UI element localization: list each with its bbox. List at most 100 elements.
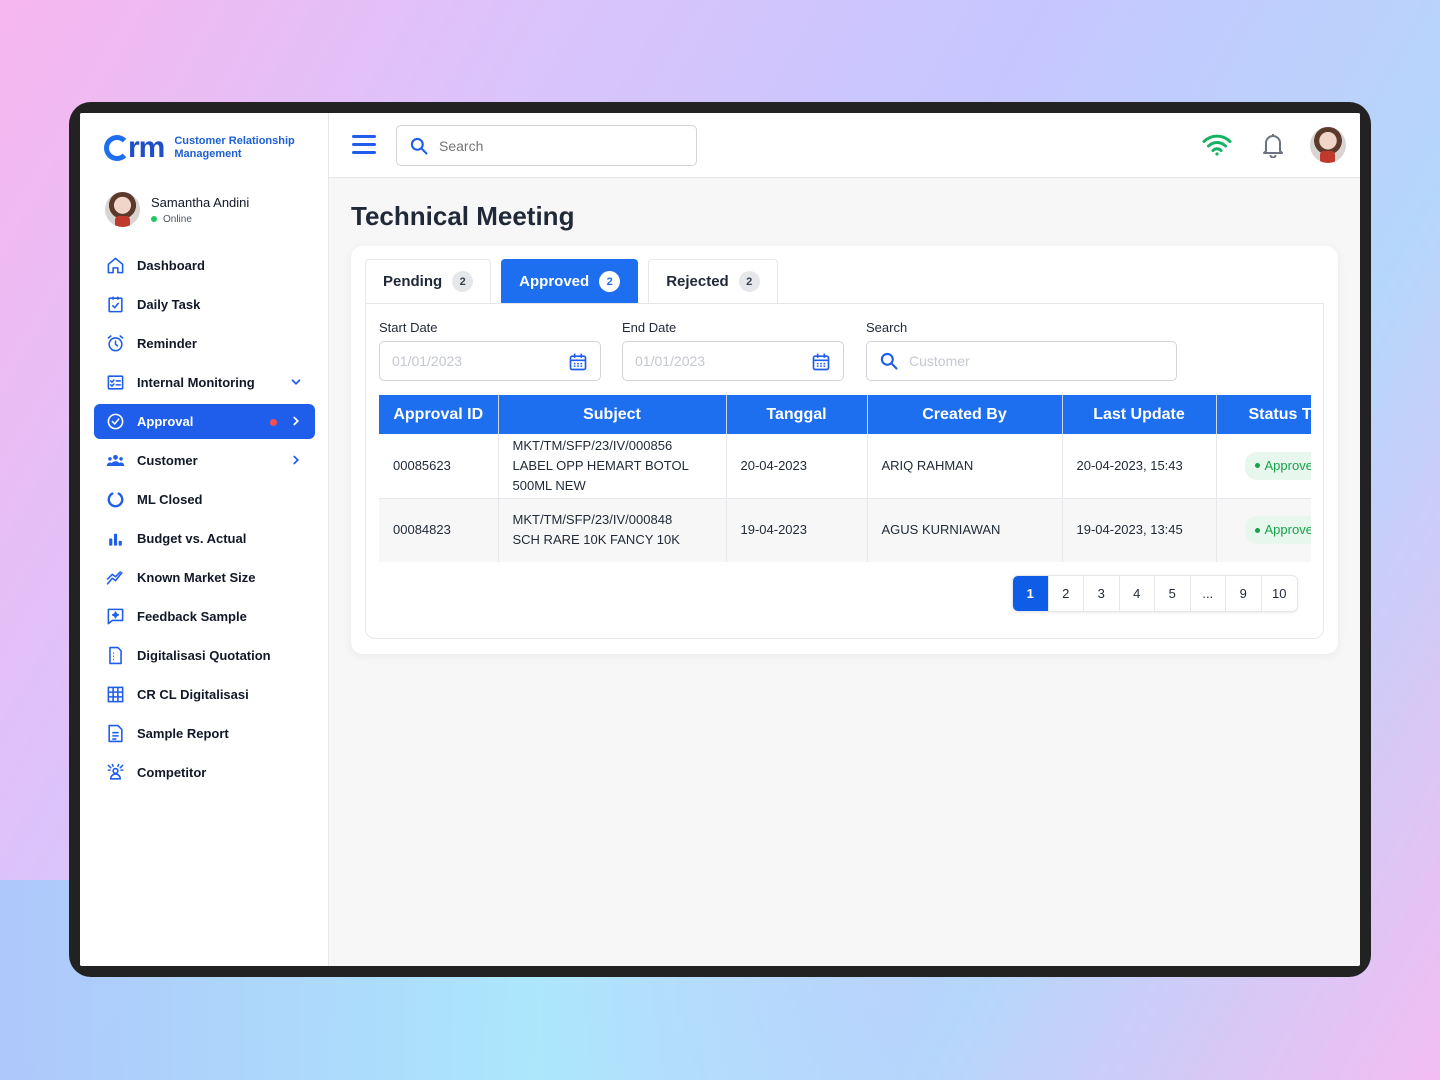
sidebar-item-customer[interactable]: Customer: [94, 443, 315, 478]
menu-icon[interactable]: [352, 135, 376, 155]
calendar-icon[interactable]: [568, 352, 588, 372]
status-label: Online: [163, 213, 192, 225]
status-tabs: Pending 2 Approved 2 Rejected 2: [365, 259, 788, 303]
sidebar-item-budget-vs-actual[interactable]: Budget vs. Actual: [94, 521, 315, 556]
customer-search-field[interactable]: Customer: [866, 341, 1177, 381]
online-dot-icon: [151, 216, 157, 222]
sidebar-item-cr-cl-digitalisasi[interactable]: CR CL Digitalisasi: [94, 677, 315, 712]
global-search[interactable]: [396, 125, 697, 166]
table-header-row: Approval ID Subject Tanggal Created By L…: [379, 395, 1311, 434]
sidebar-item-label: ML Closed: [137, 492, 203, 507]
sidebar-item-feedback-sample[interactable]: Feedback Sample: [94, 599, 315, 634]
check-circle-icon: [105, 412, 125, 432]
search-icon: [410, 137, 428, 155]
page-button-1[interactable]: 1: [1013, 576, 1049, 611]
page-button-10[interactable]: 10: [1262, 576, 1298, 611]
sidebar-item-competitor[interactable]: Competitor: [94, 755, 315, 790]
page-button-4[interactable]: 4: [1120, 576, 1155, 611]
expand-control[interactable]: [289, 453, 303, 470]
status-badge: Approved: [1244, 516, 1312, 544]
cell-status: Approved: [1216, 434, 1311, 499]
search-input[interactable]: [439, 137, 679, 154]
checklist-icon: [105, 373, 125, 393]
end-date-placeholder: 01/01/2023: [635, 353, 706, 369]
bell-icon[interactable]: [1261, 132, 1285, 158]
expand-control[interactable]: [289, 375, 303, 392]
user-profile[interactable]: Samantha Andini Online: [105, 192, 249, 227]
customer-search-placeholder: Customer: [909, 353, 970, 369]
cell-tanggal: 19-04-2023: [726, 498, 868, 562]
column-header-tanggal[interactable]: Tanggal: [726, 395, 868, 434]
subject-line: 500ML NEW: [512, 477, 586, 493]
column-header-status[interactable]: Status T: [1216, 395, 1311, 434]
clipboard-check-icon: [105, 295, 125, 315]
logo-tagline: Customer Relationship Management: [174, 135, 294, 161]
tab-approved[interactable]: Approved 2: [501, 259, 639, 303]
sidebar-item-label: Customer: [137, 453, 198, 468]
search-label: Search: [866, 320, 908, 335]
sidebar-item-reminder[interactable]: Reminder: [94, 326, 315, 361]
top-bar: [329, 113, 1360, 178]
expand-control[interactable]: [270, 414, 303, 431]
page-title: Technical Meeting: [351, 201, 575, 231]
sidebar-item-dashboard[interactable]: Dashboard: [94, 248, 315, 283]
document-icon: [105, 646, 125, 666]
crm-logo-mark: rm: [104, 131, 165, 165]
end-date-field[interactable]: 01/01/2023: [622, 341, 844, 381]
column-header-last-update[interactable]: Last Update: [1062, 395, 1217, 434]
sidebar-item-label: CR CL Digitalisasi: [137, 687, 249, 702]
logo-word: rm: [128, 131, 165, 164]
sidebar-item-approval[interactable]: Approval: [94, 404, 315, 439]
tab-label: Pending: [383, 273, 443, 290]
chevron-right-icon: [289, 453, 303, 470]
calendar-icon[interactable]: [811, 352, 831, 372]
report-icon: [105, 724, 125, 744]
sidebar-item-internal-monitoring[interactable]: Internal Monitoring: [94, 365, 315, 400]
column-header-created-by[interactable]: Created By: [867, 395, 1063, 434]
profile-info: Samantha Andini Online: [151, 195, 249, 225]
sidebar-item-label: Reminder: [137, 336, 197, 351]
page-button-3[interactable]: 3: [1084, 576, 1120, 611]
sidebar-item-ml-closed[interactable]: ML Closed: [94, 482, 315, 517]
tab-label: Approved: [519, 273, 590, 290]
sidebar-item-known-market-size[interactable]: Known Market Size: [94, 560, 315, 595]
page-button-2[interactable]: 2: [1049, 576, 1084, 611]
table-row[interactable]: 00084823 MKT/TM/SFP/23/IV/000848 SCH RAR…: [379, 498, 1311, 562]
cell-created-by: ARIQ RAHMAN: [867, 434, 1063, 499]
page-button-9[interactable]: 9: [1226, 576, 1262, 611]
column-header-approval-id[interactable]: Approval ID: [379, 395, 499, 434]
sidebar-item-label: Sample Report: [137, 726, 229, 741]
cell-tanggal: 20-04-2023: [726, 434, 868, 499]
tab-pending[interactable]: Pending 2: [365, 259, 492, 303]
cell-approval-id: 00085623: [379, 434, 499, 499]
tab-count-badge: 2: [738, 271, 760, 292]
cell-subject: MKT/TM/SFP/23/IV/000856 LABEL OPP HEMART…: [498, 434, 727, 499]
end-date-label: End Date: [622, 320, 677, 335]
approval-table-wrapper[interactable]: Approval ID Subject Tanggal Created By L…: [379, 395, 1311, 562]
brand-logo[interactable]: rm Customer Relationship Management: [104, 131, 295, 165]
sidebar-item-label: Known Market Size: [137, 570, 256, 585]
app-screen: rm Customer Relationship Management Sama…: [80, 113, 1360, 966]
sidebar-item-label: Digitalisasi Quotation: [137, 648, 271, 663]
start-date-field[interactable]: 01/01/2023: [379, 341, 601, 381]
status-text: Approved: [1264, 522, 1312, 537]
feedback-icon: [105, 607, 125, 627]
chevron-down-icon: [289, 375, 303, 392]
sidebar-item-label: Approval: [137, 414, 194, 429]
avatar[interactable]: [1310, 127, 1346, 163]
page-button-5[interactable]: 5: [1155, 576, 1191, 611]
tab-rejected[interactable]: Rejected 2: [648, 259, 778, 303]
sidebar-item-sample-report[interactable]: Sample Report: [94, 716, 315, 751]
sidebar-item-label: Daily Task: [137, 297, 201, 312]
tab-count-badge: 2: [452, 271, 474, 292]
column-header-subject[interactable]: Subject: [498, 395, 727, 434]
cell-created-by: AGUS KURNIAWAN: [867, 498, 1063, 562]
search-icon: [880, 352, 898, 370]
cell-last-update: 19-04-2023, 13:45: [1062, 498, 1217, 562]
table-row[interactable]: 00085623 MKT/TM/SFP/23/IV/000856 LABEL O…: [379, 434, 1311, 499]
trend-line-icon: [105, 568, 125, 588]
wifi-icon[interactable]: [1202, 133, 1232, 157]
sidebar-item-daily-task[interactable]: Daily Task: [94, 287, 315, 322]
tagline-line1: Customer Relationship: [174, 135, 295, 147]
sidebar-item-digitalisasi-quotation[interactable]: Digitalisasi Quotation: [94, 638, 315, 673]
